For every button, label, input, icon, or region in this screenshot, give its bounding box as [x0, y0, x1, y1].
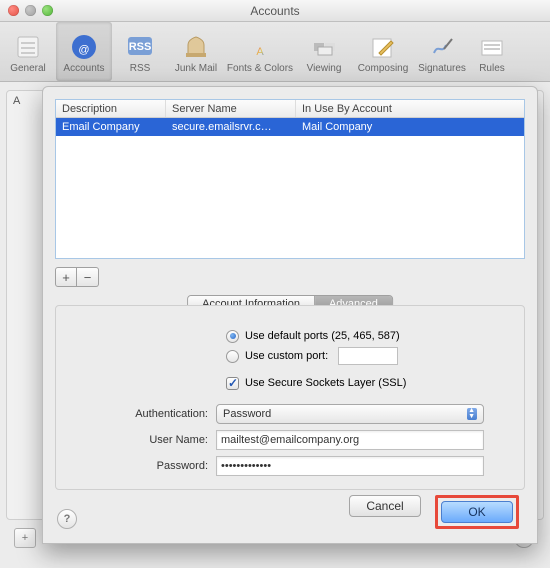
fonts-icon: A: [246, 33, 274, 61]
remove-server-button[interactable]: −: [77, 267, 99, 287]
signature-icon: [428, 33, 456, 61]
password-input[interactable]: •••••••••••••: [216, 456, 484, 476]
advanced-panel: Use default ports (25, 465, 587) Use cus…: [55, 305, 525, 490]
server-table: Description Server Name In Use By Accoun…: [55, 99, 525, 259]
svg-text:RSS: RSS: [129, 41, 152, 53]
authentication-value: Password: [223, 408, 271, 420]
toolbar-viewing[interactable]: Viewing: [296, 22, 352, 81]
column-description[interactable]: Description: [56, 100, 166, 117]
authentication-select[interactable]: Password ▲▼: [216, 404, 484, 424]
toolbar-fonts-colors[interactable]: A Fonts & Colors: [224, 22, 296, 81]
table-row[interactable]: Email Company secure.emailsrvr.c… Mail C…: [56, 118, 524, 136]
preferences-toolbar: General @ Accounts RSS RSS Junk Mail A F…: [0, 22, 550, 82]
cell-account: Mail Company: [296, 121, 524, 133]
toolbar-label: Accounts: [63, 63, 104, 74]
radio-custom-port[interactable]: [226, 350, 239, 363]
toolbar-junk-mail[interactable]: Junk Mail: [168, 22, 224, 81]
ok-button[interactable]: OK: [441, 501, 513, 523]
toolbar-rules[interactable]: Rules: [470, 22, 514, 81]
column-server-name[interactable]: Server Name: [166, 100, 296, 117]
toolbar-label: Signatures: [418, 63, 466, 74]
toolbar-rss[interactable]: RSS RSS: [112, 22, 168, 81]
add-server-button[interactable]: +: [55, 267, 77, 287]
toolbar-label: Viewing: [307, 63, 342, 74]
titlebar: Accounts: [0, 0, 550, 22]
background-header-letter: A: [13, 95, 20, 107]
custom-port-input[interactable]: [338, 347, 398, 365]
label-default-ports: Use default ports (25, 465, 587): [245, 330, 400, 342]
toolbar-label: RSS: [130, 63, 151, 74]
slider-icon: [14, 33, 42, 61]
compose-icon: [369, 33, 397, 61]
viewing-icon: [310, 33, 338, 61]
cell-description: Email Company: [56, 121, 166, 133]
toolbar-accounts[interactable]: @ Accounts: [56, 22, 112, 81]
toolbar-label: Composing: [358, 63, 409, 74]
smtp-server-sheet: Description Server Name In Use By Accoun…: [42, 86, 538, 544]
label-username: User Name:: [56, 434, 216, 446]
label-ssl: Use Secure Sockets Layer (SSL): [245, 377, 406, 389]
toolbar-signatures[interactable]: Signatures: [414, 22, 470, 81]
toolbar-label: Fonts & Colors: [227, 63, 293, 74]
svg-text:@: @: [78, 44, 89, 56]
svg-text:A: A: [256, 46, 264, 58]
toolbar-label: Junk Mail: [175, 63, 217, 74]
toolbar-general[interactable]: General: [0, 22, 56, 81]
label-authentication: Authentication:: [56, 408, 216, 420]
toolbar-label: Rules: [479, 63, 505, 74]
column-in-use-by[interactable]: In Use By Account: [296, 100, 524, 117]
at-icon: @: [70, 33, 98, 61]
chevron-updown-icon: ▲▼: [468, 408, 475, 420]
ok-highlight: OK: [435, 495, 519, 529]
username-input[interactable]: mailtest@emailcompany.org: [216, 430, 484, 450]
cancel-button[interactable]: Cancel: [349, 495, 421, 517]
rss-icon: RSS: [126, 33, 154, 61]
label-password: Password:: [56, 460, 216, 472]
sheet-help-button[interactable]: ?: [57, 509, 77, 529]
ssl-checkbox[interactable]: [226, 377, 239, 390]
toolbar-composing[interactable]: Composing: [352, 22, 414, 81]
radio-default-ports[interactable]: [226, 330, 239, 343]
rules-icon: [478, 33, 506, 61]
label-custom-port: Use custom port:: [245, 350, 328, 362]
toolbar-label: General: [10, 63, 46, 74]
junk-icon: [182, 33, 210, 61]
window-title: Accounts: [0, 4, 550, 18]
background-add-button[interactable]: +: [14, 528, 36, 548]
cell-server: secure.emailsrvr.c…: [166, 121, 296, 133]
